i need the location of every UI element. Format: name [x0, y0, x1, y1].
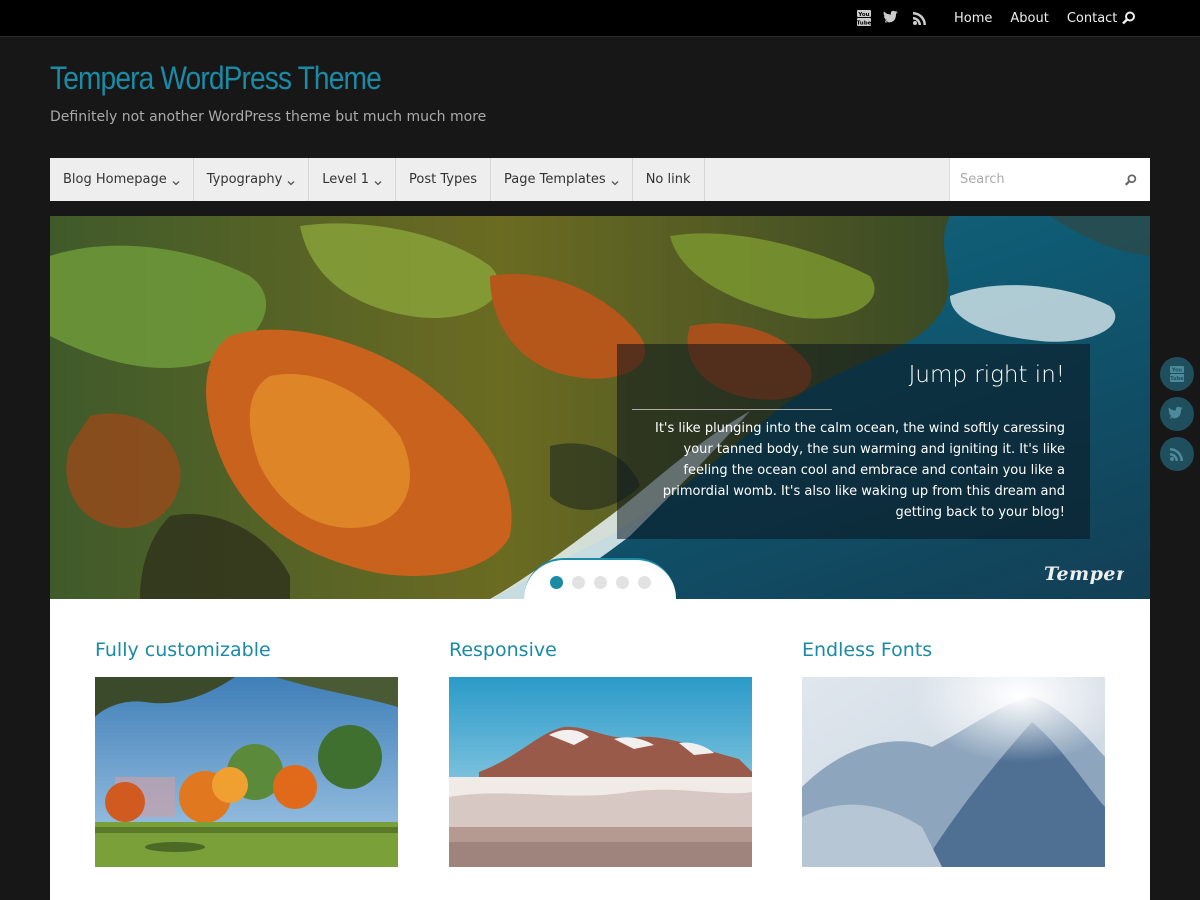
nav-item-label: Typography [206, 172, 283, 187]
feature-image-misty-mountain[interactable] [802, 677, 1105, 867]
side-social-icons: You Tube [1160, 357, 1194, 471]
nav-item-blog-homepage[interactable]: Blog Homepage [50, 158, 194, 201]
chevron-down-icon [287, 176, 295, 185]
svg-text:You: You [1171, 368, 1183, 374]
top-social-icons: You Tube [855, 9, 929, 27]
nav-item-post-types[interactable]: Post Types [396, 158, 491, 201]
site-description: Definitely not another WordPress theme b… [50, 109, 487, 125]
nav-filler [705, 158, 950, 201]
youtube-icon[interactable]: You Tube [855, 9, 873, 27]
slide-caption-title: Jump right in! [908, 362, 1065, 388]
content-area: Fully customizable Responsive Endless Fo… [50, 599, 1150, 900]
nav-search-box [949, 158, 1150, 201]
top-nav-home[interactable]: Home [945, 11, 1001, 26]
nav-item-label: No link [645, 172, 691, 187]
top-navigation: Home About Contact [945, 0, 1126, 37]
feature-title[interactable]: Endless Fonts [802, 639, 1105, 663]
svg-text:You: You [857, 12, 869, 18]
main-navigation: Blog Homepage Typography Level 1 Post Ty… [50, 158, 1150, 201]
feature-column: Endless Fonts [802, 639, 1105, 867]
nav-item-label: Post Types [409, 172, 477, 187]
top-nav-about[interactable]: About [1001, 11, 1057, 26]
nav-item-typography[interactable]: Typography [194, 158, 310, 201]
slider-bullet[interactable] [593, 576, 607, 589]
rss-icon[interactable] [911, 9, 929, 27]
feature-title[interactable]: Fully customizable [95, 639, 398, 663]
nav-item-label: Page Templates [503, 172, 606, 187]
chevron-down-icon [172, 176, 180, 185]
caption-divider [632, 409, 832, 410]
slider-bullet[interactable] [549, 576, 563, 589]
slider-bullet[interactable] [615, 576, 629, 589]
slider-bullet[interactable] [637, 576, 651, 589]
nav-item-page-templates[interactable]: Page Templates [491, 158, 633, 201]
feature-title[interactable]: Responsive [449, 639, 752, 663]
nav-item-no-link[interactable]: No link [633, 158, 705, 201]
youtube-icon[interactable]: You Tube [1160, 357, 1194, 391]
rss-icon[interactable] [1160, 437, 1194, 471]
site-title[interactable]: Tempera WordPress Theme [50, 60, 382, 97]
search-icon[interactable] [1121, 10, 1137, 26]
search-input[interactable] [950, 158, 1120, 201]
slider-bullet[interactable] [571, 576, 585, 589]
chevron-down-icon [611, 176, 619, 185]
nav-item-label: Blog Homepage [63, 172, 167, 187]
feature-column: Fully customizable [95, 639, 398, 867]
svg-text:Tempera: Tempera [1044, 563, 1124, 585]
top-bar: You Tube Home About Contact [0, 0, 1200, 37]
svg-text:Tube: Tube [857, 21, 872, 27]
hero-slider: Jump right in! It's like plunging into t… [50, 216, 1150, 599]
twitter-icon[interactable] [883, 9, 901, 27]
tempera-logo-watermark: Tempera [1044, 560, 1139, 591]
nav-item-label: Level 1 [322, 172, 370, 187]
nav-item-level-1[interactable]: Level 1 [309, 158, 397, 201]
feature-image-park[interactable] [95, 677, 398, 867]
slide-caption: Jump right in! It's like plunging into t… [617, 344, 1090, 539]
feature-column: Responsive [449, 639, 752, 867]
chevron-down-icon [374, 176, 382, 185]
feature-image-mountain-lake[interactable] [449, 677, 752, 867]
slider-pagination [524, 558, 676, 599]
twitter-icon[interactable] [1160, 397, 1194, 431]
svg-text:Tube: Tube [1170, 376, 1184, 382]
search-icon[interactable] [1124, 172, 1138, 186]
top-nav-contact[interactable]: Contact [1058, 11, 1127, 26]
slide-caption-text: It's like plunging into the calm ocean, … [654, 421, 1065, 520]
